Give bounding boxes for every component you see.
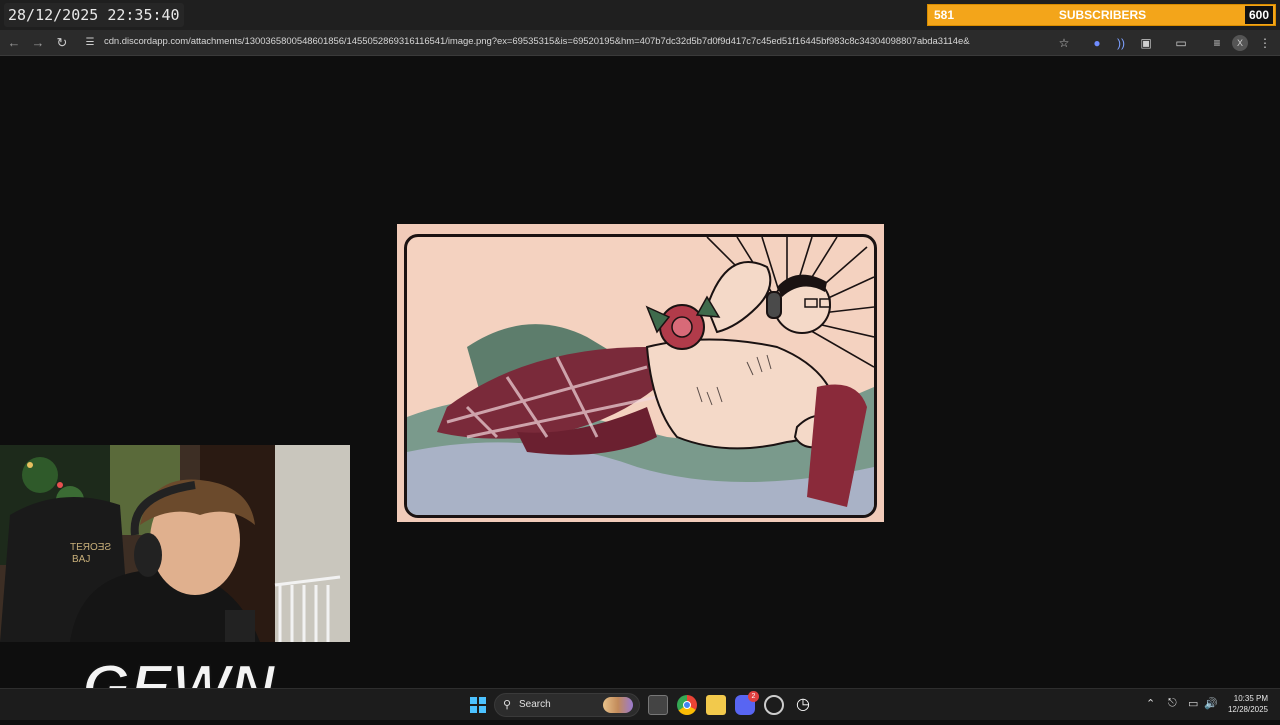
- taskbar-clock[interactable]: 10:35 PM 12/28/2025: [1228, 693, 1268, 715]
- search-label: Search: [519, 699, 551, 710]
- subscriber-goal: 600: [1244, 6, 1273, 24]
- taskbar: ⚲ Search 2 ◷ ⌃ ⎋ ▭ 🔊 10:35 PM 12/28/2025: [0, 688, 1280, 720]
- webcam-feed: TEЯOƎƧ BAJ: [0, 445, 350, 642]
- address-input[interactable]: cdn.discordapp.com/attachments/130036580…: [104, 36, 970, 47]
- obs-icon[interactable]: [764, 695, 784, 715]
- star-icon[interactable]: ☆: [1055, 34, 1073, 52]
- site-info-icon[interactable]: ☰: [81, 34, 99, 52]
- cast-icon[interactable]: ▭: [1172, 34, 1190, 52]
- microphone-icon[interactable]: ⎋: [1168, 697, 1177, 710]
- stream-overlay-bar: 28/12/2025 22:35:40 581 SUBSCRIBERS 600: [0, 0, 1280, 30]
- overlay-clock: 28/12/2025 22:35:40: [4, 3, 184, 27]
- subscriber-label: SUBSCRIBERS: [1058, 8, 1147, 22]
- profile-avatar[interactable]: X: [1232, 35, 1248, 51]
- clock-icon[interactable]: ◷: [793, 695, 813, 715]
- chevron-up-icon[interactable]: ⌃: [1146, 697, 1155, 710]
- tattoo-illustration: [404, 234, 877, 518]
- taskbar-search[interactable]: ⚲ Search: [494, 693, 640, 717]
- network-icon[interactable]: ▭: [1188, 697, 1198, 710]
- taskbar-date: 12/28/2025: [1227, 705, 1268, 714]
- file-explorer-icon[interactable]: [706, 695, 726, 715]
- media-icon[interactable]: )): [1112, 34, 1130, 52]
- extension-icon[interactable]: ▣: [1137, 34, 1155, 52]
- taskbar-time: 10:35 PM: [1233, 694, 1268, 703]
- displayed-image: [397, 224, 884, 522]
- task-view-icon[interactable]: [648, 695, 668, 715]
- chair-brand-text-2: BAJ: [72, 554, 90, 565]
- back-icon[interactable]: ←: [5, 34, 23, 52]
- reload-icon[interactable]: ↻: [53, 34, 71, 52]
- side-panel-icon[interactable]: ≡: [1208, 34, 1226, 52]
- extension-profile-icon[interactable]: ●: [1088, 34, 1106, 52]
- menu-icon[interactable]: ⋮: [1256, 34, 1274, 52]
- discord-badge: 2: [748, 691, 759, 702]
- windows-start-icon[interactable]: [468, 695, 488, 715]
- search-icon: ⚲: [503, 699, 512, 711]
- forward-icon[interactable]: →: [29, 34, 47, 52]
- chrome-icon[interactable]: [677, 695, 697, 715]
- browser-toolbar: ← → ↻ ☰ cdn.discordapp.com/attachments/1…: [0, 30, 1280, 56]
- volume-icon[interactable]: 🔊: [1204, 697, 1218, 710]
- discord-icon[interactable]: 2: [735, 691, 759, 715]
- chair-brand-text: TEЯOƎƧ: [70, 542, 111, 553]
- subscriber-goal-bar: 581 SUBSCRIBERS 600: [927, 4, 1276, 26]
- search-highlight-icon: [603, 697, 633, 713]
